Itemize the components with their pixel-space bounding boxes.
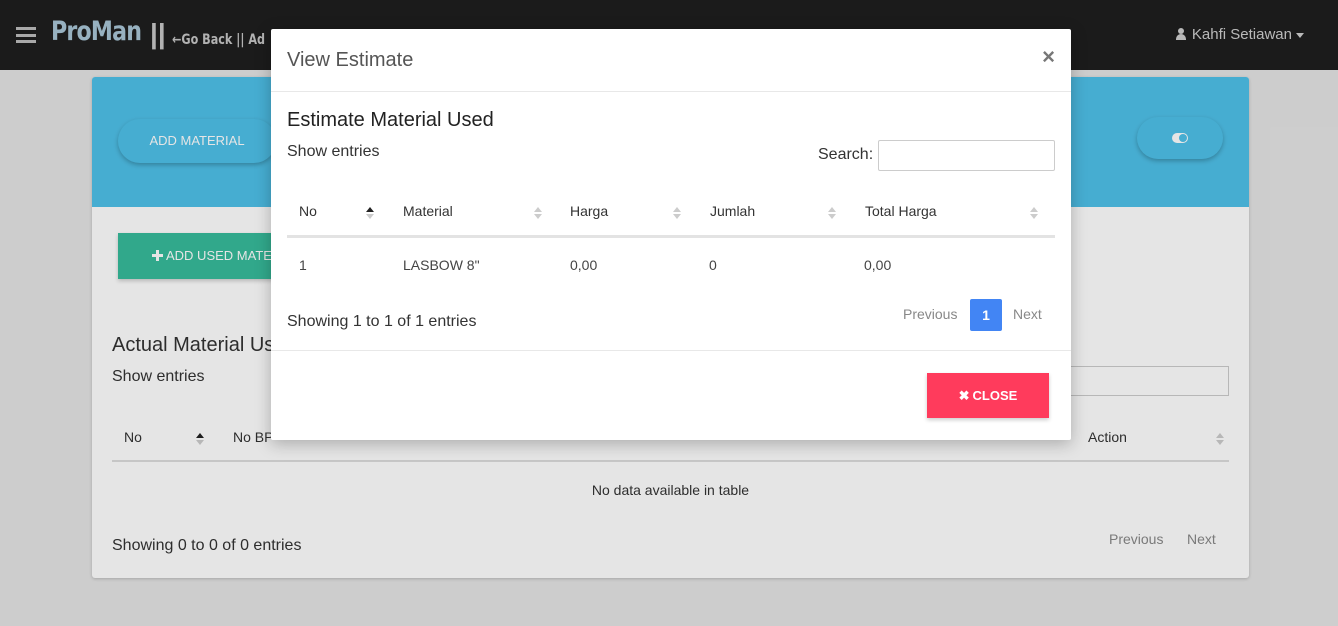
close-icon[interactable]: ×	[1042, 46, 1055, 68]
cell-jumlah: 0	[709, 257, 717, 273]
next-page-button[interactable]: Next	[1013, 306, 1042, 322]
table-info: Showing 1 to 1 of 1 entries	[287, 313, 477, 330]
view-estimate-modal: View Estimate × Estimate Material Used S…	[271, 29, 1071, 440]
sort-icon[interactable]	[828, 207, 836, 219]
cell-no: 1	[299, 257, 307, 273]
sort-asc-icon[interactable]	[366, 207, 374, 219]
current-page-button[interactable]: 1	[970, 299, 1002, 331]
sort-icon[interactable]	[673, 207, 681, 219]
table-header-divider	[287, 235, 1055, 238]
modal-header-divider	[271, 91, 1071, 92]
cell-material: LASBOW 8"	[403, 257, 480, 273]
cell-harga: 0,00	[570, 257, 598, 273]
sort-icon[interactable]	[534, 207, 542, 219]
close-x-icon: ✖	[958, 388, 970, 403]
modal-title: View Estimate	[287, 49, 414, 71]
search-input[interactable]	[878, 140, 1055, 171]
column-header-total-harga[interactable]: Total Harga	[865, 203, 937, 219]
modal-footer-divider	[271, 350, 1071, 351]
search-label: Search:	[818, 146, 874, 163]
close-button[interactable]: ✖ CLOSE	[927, 373, 1049, 418]
previous-page-button[interactable]: Previous	[903, 306, 957, 322]
column-header-no[interactable]: No	[299, 203, 317, 219]
modal-subtitle: Estimate Material Used	[287, 109, 494, 131]
column-header-jumlah[interactable]: Jumlah	[710, 203, 755, 219]
show-entries-label: Show entries	[287, 143, 380, 160]
column-header-material[interactable]: Material	[403, 203, 453, 219]
cell-total-harga: 0,00	[864, 257, 892, 273]
sort-icon[interactable]	[1030, 207, 1038, 219]
column-header-harga[interactable]: Harga	[570, 203, 608, 219]
